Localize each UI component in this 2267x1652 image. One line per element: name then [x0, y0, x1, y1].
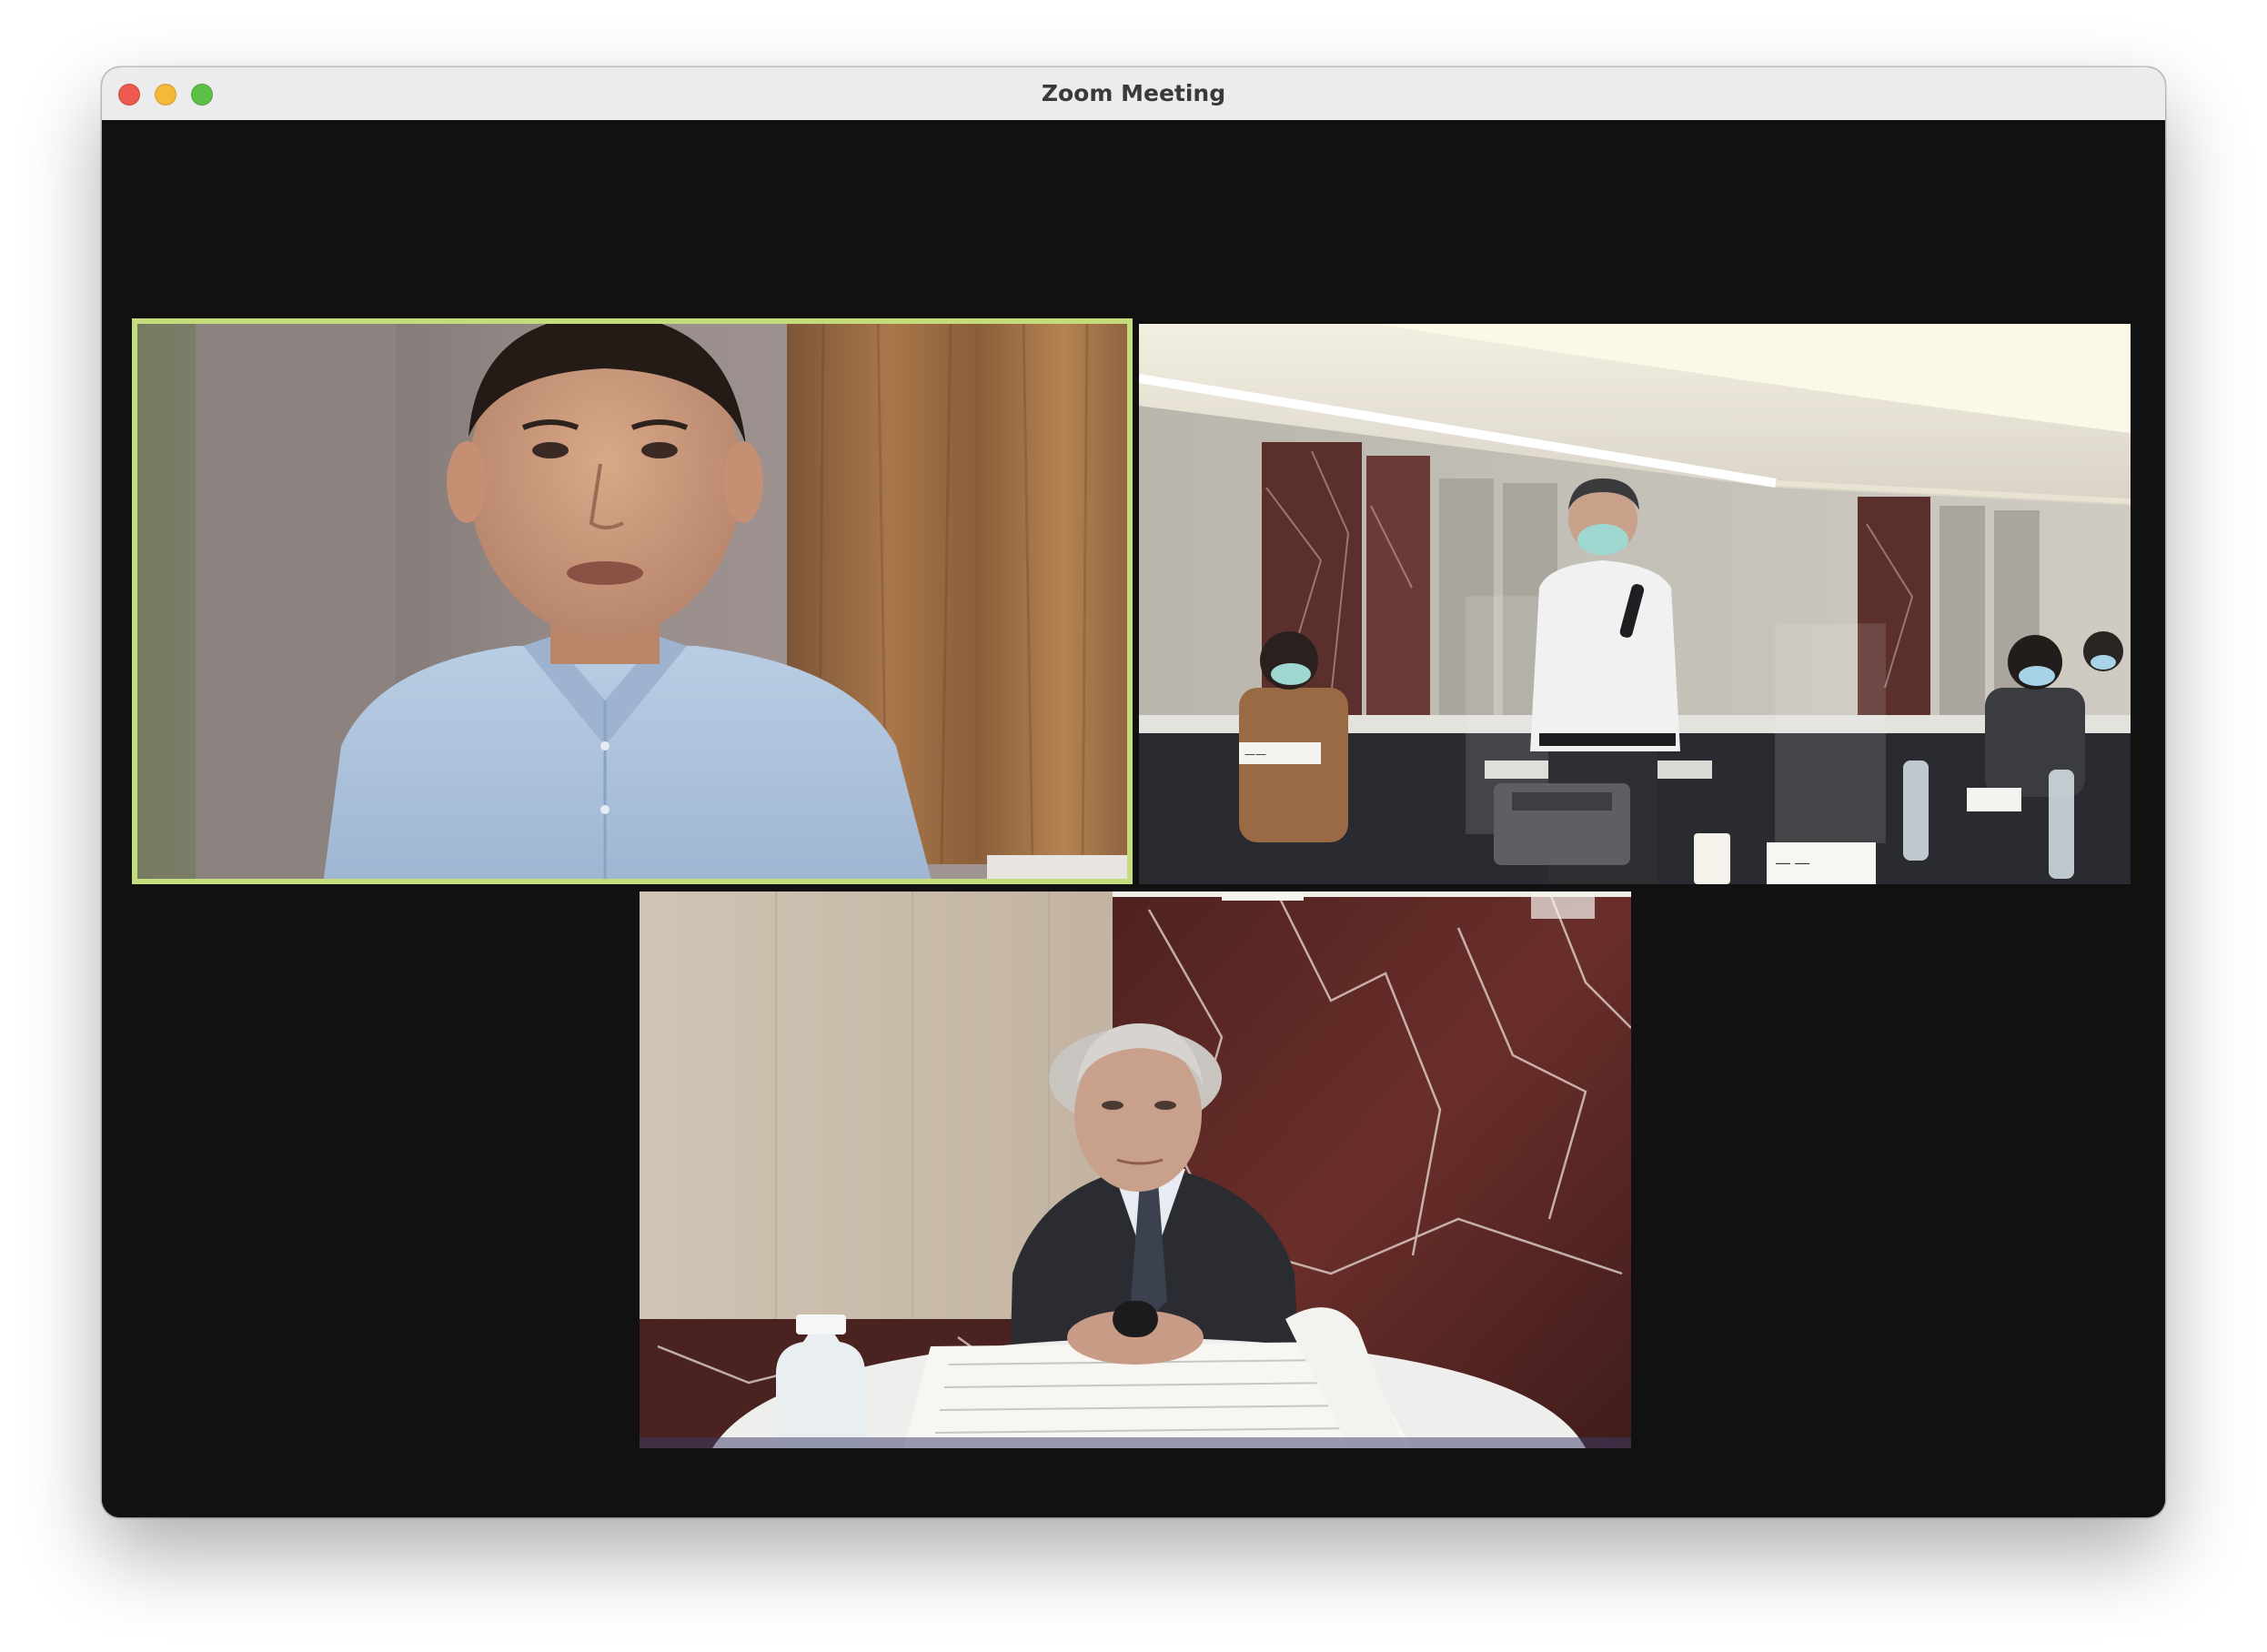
- participant-3-video: [640, 891, 1631, 1448]
- svg-text:——: ——: [1244, 748, 1266, 761]
- video-tile-participant-2[interactable]: —— ― ―: [1139, 324, 2131, 884]
- participant-2-video: —— ― ―: [1139, 324, 2131, 884]
- title-bar[interactable]: Zoom Meeting: [102, 67, 2165, 121]
- svg-text:― ―: ― ―: [1776, 854, 1809, 871]
- window-title: Zoom Meeting: [1041, 80, 1226, 106]
- video-tile-participant-1[interactable]: [132, 318, 1133, 884]
- gallery-view: —— ― ―: [102, 120, 2165, 1517]
- zoom-window: Zoom Meeting —— ― ―: [102, 67, 2165, 1517]
- video-tile-participant-3[interactable]: [640, 891, 1631, 1448]
- participant-1-video: [132, 318, 1133, 884]
